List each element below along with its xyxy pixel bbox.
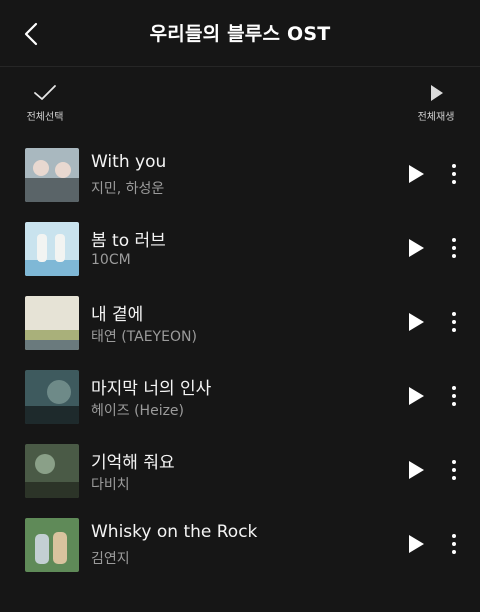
album-art [25,296,79,350]
more-options-button[interactable] [444,532,464,556]
more-options-button[interactable] [444,236,464,260]
album-art [25,222,79,276]
play-button[interactable] [404,310,428,334]
more-vertical-icon [452,386,456,406]
play-button[interactable] [404,162,428,186]
play-icon [409,239,424,257]
play-all-label: 전체재생 [417,112,455,123]
more-options-button[interactable] [444,458,464,482]
select-all-button[interactable]: 전체선택 [22,84,68,123]
more-options-button[interactable] [444,162,464,186]
song-row[interactable]: 기억해 줘요 다비치 [0,444,480,500]
album-art [25,518,79,572]
song-row[interactable]: 내 곁에 태연 (TAEYEON) [0,296,480,352]
more-options-button[interactable] [444,310,464,334]
play-icon [409,313,424,331]
play-icon [409,387,424,405]
play-button[interactable] [404,236,428,260]
song-title: 내 곁에 [91,305,144,325]
album-art [25,148,79,202]
check-icon [34,85,56,100]
song-artist: 다비치 [91,477,130,493]
song-artist: 김연지 [91,551,130,567]
song-row[interactable]: With you 지민, 하성운 [0,148,480,204]
page-title: 우리들의 블루스 OST [149,23,331,45]
more-options-button[interactable] [444,384,464,408]
play-icon [409,165,424,183]
play-button[interactable] [404,384,428,408]
more-vertical-icon [452,312,456,332]
play-button[interactable] [404,458,428,482]
play-all-button[interactable]: 전체재생 [412,84,460,123]
song-row[interactable]: 마지막 너의 인사 헤이즈 (Heize) [0,370,480,426]
more-vertical-icon [452,164,456,184]
more-vertical-icon [452,238,456,258]
song-title: 봄 to 러브 [91,231,166,251]
more-vertical-icon [452,460,456,480]
album-art [25,370,79,424]
song-artist: 헤이즈 (Heize) [91,403,185,419]
play-icon [409,535,424,553]
play-icon [431,85,443,101]
song-title: With you [91,152,167,172]
song-artist: 태연 (TAEYEON) [91,329,197,345]
song-row[interactable]: 봄 to 러브 10CM [0,222,480,278]
select-all-label: 전체선택 [26,112,64,123]
song-title: Whisky on the Rock [91,522,258,542]
song-title: 마지막 너의 인사 [91,379,212,399]
album-art [25,444,79,498]
play-button[interactable] [404,532,428,556]
more-vertical-icon [452,534,456,554]
song-artist: 지민, 하성운 [91,181,165,197]
song-row[interactable]: Whisky on the Rock 김연지 [0,518,480,574]
play-icon [409,461,424,479]
song-artist: 10CM [91,252,131,268]
header-bar: 우리들의 블루스 OST [0,0,480,67]
song-title: 기억해 줘요 [91,453,175,473]
